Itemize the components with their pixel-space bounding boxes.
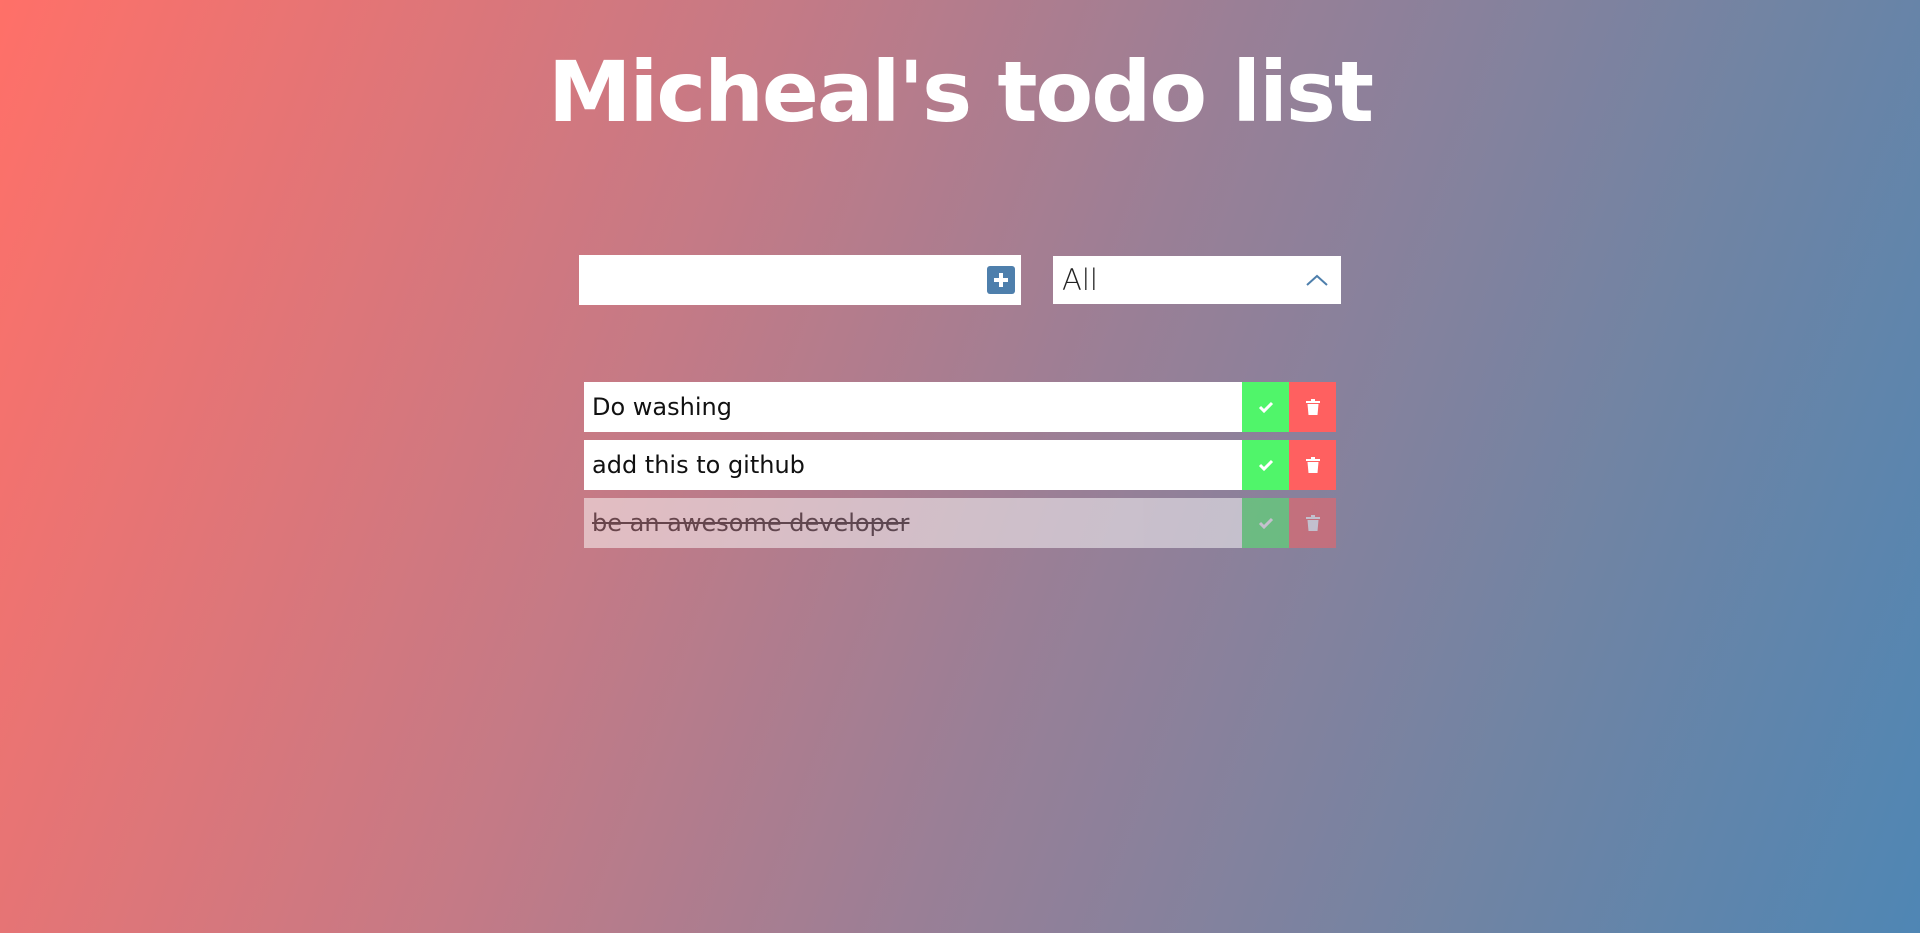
todo-label: be an awesome developer [592,509,910,537]
todo-label: Do washing [592,393,732,421]
todo-item: add this to github [584,440,1336,490]
todo-label: add this to github [592,451,805,479]
trash-icon [1305,515,1320,531]
todo-text: be an awesome developer [584,498,1242,548]
filter-dropdown[interactable]: All [1053,256,1341,304]
check-icon [1258,517,1273,530]
add-todo-button[interactable] [987,266,1015,294]
complete-button[interactable] [1242,440,1289,490]
add-todo-form [579,255,1021,305]
delete-button[interactable] [1289,382,1336,432]
delete-button[interactable] [1289,440,1336,490]
complete-button[interactable] [1242,498,1289,548]
todo-list: Do washing add this to github be an awes… [584,382,1336,556]
trash-icon [1305,399,1320,415]
delete-button[interactable] [1289,498,1336,548]
todo-text: Do washing [584,382,1242,432]
todo-item: Do washing [584,382,1336,432]
todo-input[interactable] [579,257,987,303]
page-title: Micheal's todo list [547,43,1374,141]
todo-item-completed: be an awesome developer [584,498,1336,548]
trash-icon [1305,457,1320,473]
complete-button[interactable] [1242,382,1289,432]
check-icon [1258,459,1273,472]
chevron-up-icon [1305,273,1329,287]
check-icon [1258,401,1273,414]
todo-text: add this to github [584,440,1242,490]
filter-selected-value: All [1062,263,1098,297]
plus-square-icon [994,273,1008,287]
